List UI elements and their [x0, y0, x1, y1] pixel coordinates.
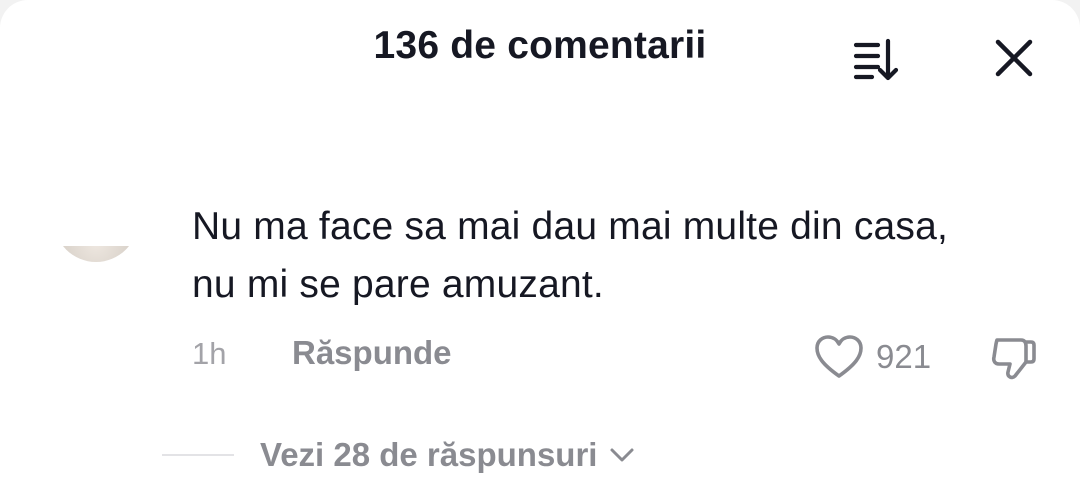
- view-replies-label: Vezi 28 de răspunsuri: [260, 436, 598, 473]
- replies-divider: [162, 454, 234, 456]
- close-icon: [995, 39, 1033, 77]
- like-button[interactable]: 921: [814, 334, 931, 380]
- sort-button[interactable]: [846, 33, 910, 85]
- dislike-button[interactable]: [986, 332, 1042, 384]
- comments-count-title: 136 de comentarii: [373, 24, 707, 67]
- comment-timestamp: 1h: [192, 336, 227, 371]
- view-replies-button[interactable]: Vezi 28 de răspunsuri: [162, 432, 635, 478]
- sort-descending-icon: [853, 38, 899, 81]
- heart-icon: [815, 335, 863, 378]
- comment-text: Nu ma face sa mai dau mai multe din casa…: [192, 205, 949, 306]
- like-count: 921: [876, 338, 932, 375]
- thumbs-down-icon: [991, 338, 1036, 380]
- reply-button[interactable]: Răspunde: [292, 334, 452, 372]
- user-avatar[interactable]: [54, 196, 138, 262]
- comments-sheet: 136 de comentarii Nu ma face sa mai dau …: [0, 0, 1080, 504]
- chevron-down-icon: [609, 446, 635, 464]
- close-button[interactable]: [988, 32, 1040, 84]
